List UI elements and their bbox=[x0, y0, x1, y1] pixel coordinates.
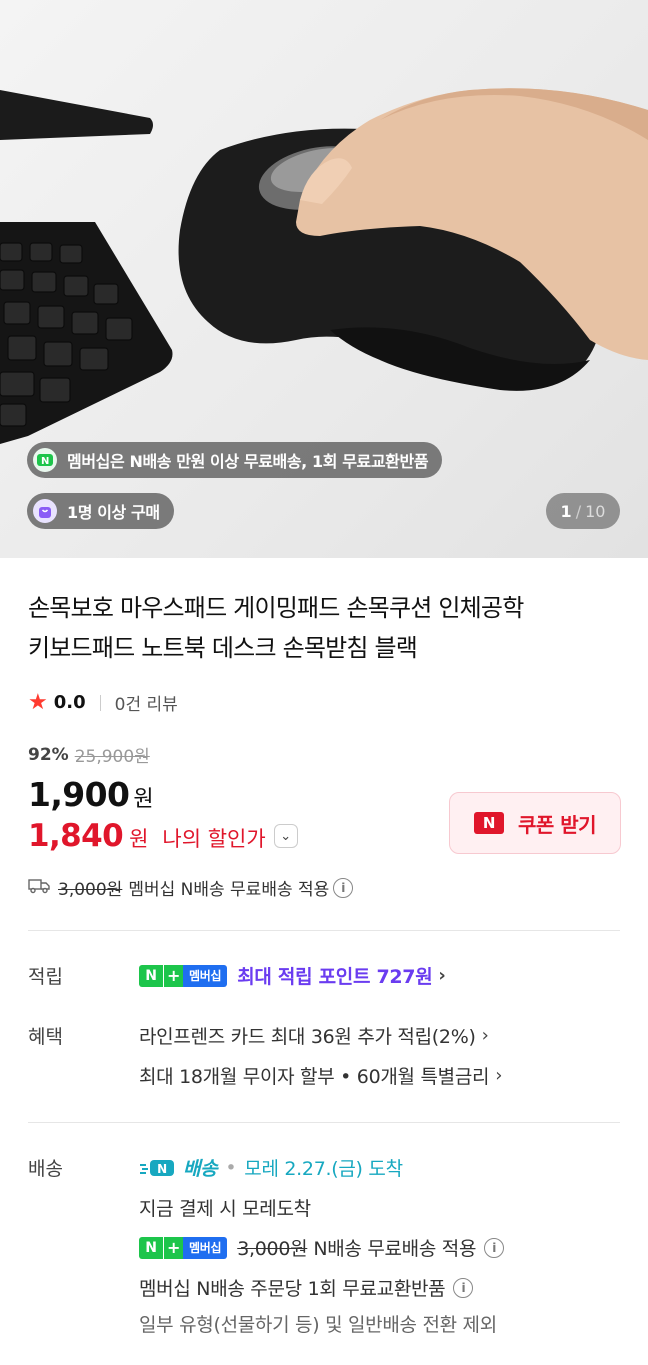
discount-percent: 92% bbox=[28, 744, 69, 765]
delivery-fee-row: N + 멤버십 3,000원 N배송 무료배송 적용 i bbox=[139, 1234, 505, 1261]
separator-dot: • bbox=[225, 1156, 237, 1179]
review-count-link[interactable]: 0건 리뷰 bbox=[115, 690, 178, 715]
my-price-value: 1,840 bbox=[28, 818, 124, 854]
n-plus-membership-badge: N + 멤버십 bbox=[139, 964, 228, 987]
n-badge-letter: N bbox=[139, 1236, 163, 1259]
my-discount-price[interactable]: 1,840 원 나의 할인가 ⌄ bbox=[28, 818, 298, 854]
my-price-label: 나의 할인가 bbox=[162, 827, 266, 851]
image-counter-separator: / bbox=[575, 501, 582, 521]
shipping-fee-text: 멤버십 N배송 무료배송 적용 bbox=[128, 880, 330, 900]
product-title: 손목보호 마우스패드 게이밍패드 손목쿠션 인체공학 키보드패드 노트북 데스크… bbox=[28, 588, 628, 668]
delivery-eta-row: N 배송 • 모레 2.27.(금) 도착 bbox=[139, 1154, 403, 1181]
section-divider bbox=[28, 1122, 620, 1123]
reward-points-text: 최대 적립 포인트 727원 bbox=[237, 966, 433, 988]
rating-divider bbox=[99, 694, 101, 711]
chevron-down-icon[interactable]: ⌄ bbox=[273, 824, 298, 848]
shipping-fee-row: 3,000원 멤버십 N배송 무료배송 적용 i bbox=[28, 875, 354, 900]
star-icon: ★ bbox=[28, 689, 48, 715]
product-title-line-2: 키보드패드 노트북 데스크 손목받침 블랙 bbox=[28, 634, 418, 662]
sale-price: 1,900 원 bbox=[28, 775, 154, 814]
product-image-carousel[interactable]: N 멤버십은 N배송 만원 이상 무료배송, 1회 무료교환반품 1명 이상 구… bbox=[0, 0, 648, 558]
delivery-note-text: 지금 결제 시 모레도착 bbox=[139, 1198, 311, 1220]
benefit-card-text: 라인프렌즈 카드 최대 36원 추가 적립(2%) bbox=[139, 1026, 476, 1048]
benefit-installment-text: 최대 18개월 무이자 할부 • 60개월 특별금리 bbox=[139, 1066, 490, 1088]
benefit-card-row[interactable]: 라인프렌즈 카드 최대 36원 추가 적립(2%) › bbox=[139, 1022, 489, 1049]
delivery-exchange-row: 멤버십 N배송 주문당 1회 무료교환반품 i bbox=[139, 1274, 474, 1301]
n-delivery-icon: N bbox=[33, 448, 57, 472]
reward-label: 적립 bbox=[28, 966, 63, 988]
rating-summary[interactable]: ★ 0.0 0건 리뷰 bbox=[28, 690, 178, 715]
info-icon[interactable]: i bbox=[484, 1237, 505, 1258]
delivery-exclude-row: 일부 유형(선물하기 등) 및 일반배송 전환 제외 bbox=[139, 1310, 497, 1337]
info-icon[interactable]: i bbox=[453, 1277, 474, 1298]
delivery-fee-original: 3,000원 bbox=[237, 1238, 308, 1260]
n-delivery-brand: 배송 bbox=[183, 1158, 218, 1180]
delivery-eta-text: 모레 2.27.(금) 도착 bbox=[244, 1158, 403, 1180]
delivery-exchange-text: 멤버십 N배송 주문당 1회 무료교환반품 bbox=[139, 1278, 446, 1300]
benefit-installment-row[interactable]: 최대 18개월 무이자 할부 • 60개월 특별금리 › bbox=[139, 1062, 502, 1089]
membership-badge-label: 멤버십 bbox=[183, 1236, 228, 1259]
delivery-fee-text: N배송 무료배송 적용 bbox=[313, 1238, 477, 1260]
sale-price-value: 1,900 bbox=[28, 775, 130, 814]
rating-score: 0.0 bbox=[53, 692, 86, 713]
image-counter-total: 10 bbox=[585, 501, 606, 521]
n-plus-membership-badge: N + 멤버십 bbox=[139, 1236, 228, 1259]
membership-shipping-badge: N 멤버십은 N배송 만원 이상 무료배송, 1회 무료교환반품 bbox=[27, 442, 443, 478]
delivery-label: 배송 bbox=[28, 1158, 63, 1180]
coupon-button[interactable]: N 쿠폰 받기 bbox=[449, 792, 621, 854]
truck-icon bbox=[28, 876, 50, 899]
membership-badge-label: 멤버십 bbox=[183, 964, 228, 987]
chevron-right-icon: › bbox=[495, 1065, 503, 1086]
naver-n-icon: N bbox=[473, 812, 504, 834]
membership-shipping-text: 멤버십은 N배송 만원 이상 무료배송, 1회 무료교환반품 bbox=[67, 452, 429, 471]
my-price-unit: 원 bbox=[129, 827, 149, 851]
info-icon[interactable]: i bbox=[333, 877, 354, 898]
purchase-count-badge: 1명 이상 구매 bbox=[27, 493, 174, 529]
purchase-count-text: 1명 이상 구매 bbox=[67, 503, 160, 522]
reward-row[interactable]: N + 멤버십 최대 적립 포인트 727원 › bbox=[139, 962, 446, 989]
svg-text:N: N bbox=[157, 1162, 167, 1176]
plus-icon: + bbox=[163, 1236, 183, 1259]
chevron-right-icon: › bbox=[438, 965, 446, 986]
image-counter-current: 1 bbox=[560, 501, 572, 521]
n-badge-letter: N bbox=[139, 964, 163, 987]
image-counter: 1 / 10 bbox=[546, 493, 620, 529]
discount-row: 92% 25,900원 bbox=[28, 742, 150, 768]
section-divider bbox=[28, 930, 620, 931]
benefit-label: 혜택 bbox=[28, 1026, 63, 1048]
plus-icon: + bbox=[163, 964, 183, 987]
shopping-bag-icon bbox=[33, 499, 57, 523]
sale-price-unit: 원 bbox=[133, 787, 154, 812]
original-price: 25,900원 bbox=[74, 747, 150, 767]
shipping-fee-original: 3,000원 bbox=[58, 880, 123, 900]
chevron-right-icon: › bbox=[481, 1025, 489, 1046]
product-title-line-1: 손목보호 마우스패드 게이밍패드 손목쿠션 인체공학 bbox=[28, 594, 524, 622]
delivery-exclude-text: 일부 유형(선물하기 등) 및 일반배송 전환 제외 bbox=[139, 1314, 497, 1336]
coupon-button-label: 쿠폰 받기 bbox=[517, 812, 597, 837]
svg-text:N: N bbox=[41, 456, 49, 467]
n-delivery-icon: N bbox=[139, 1158, 179, 1178]
delivery-note-row: 지금 결제 시 모레도착 bbox=[139, 1194, 311, 1221]
